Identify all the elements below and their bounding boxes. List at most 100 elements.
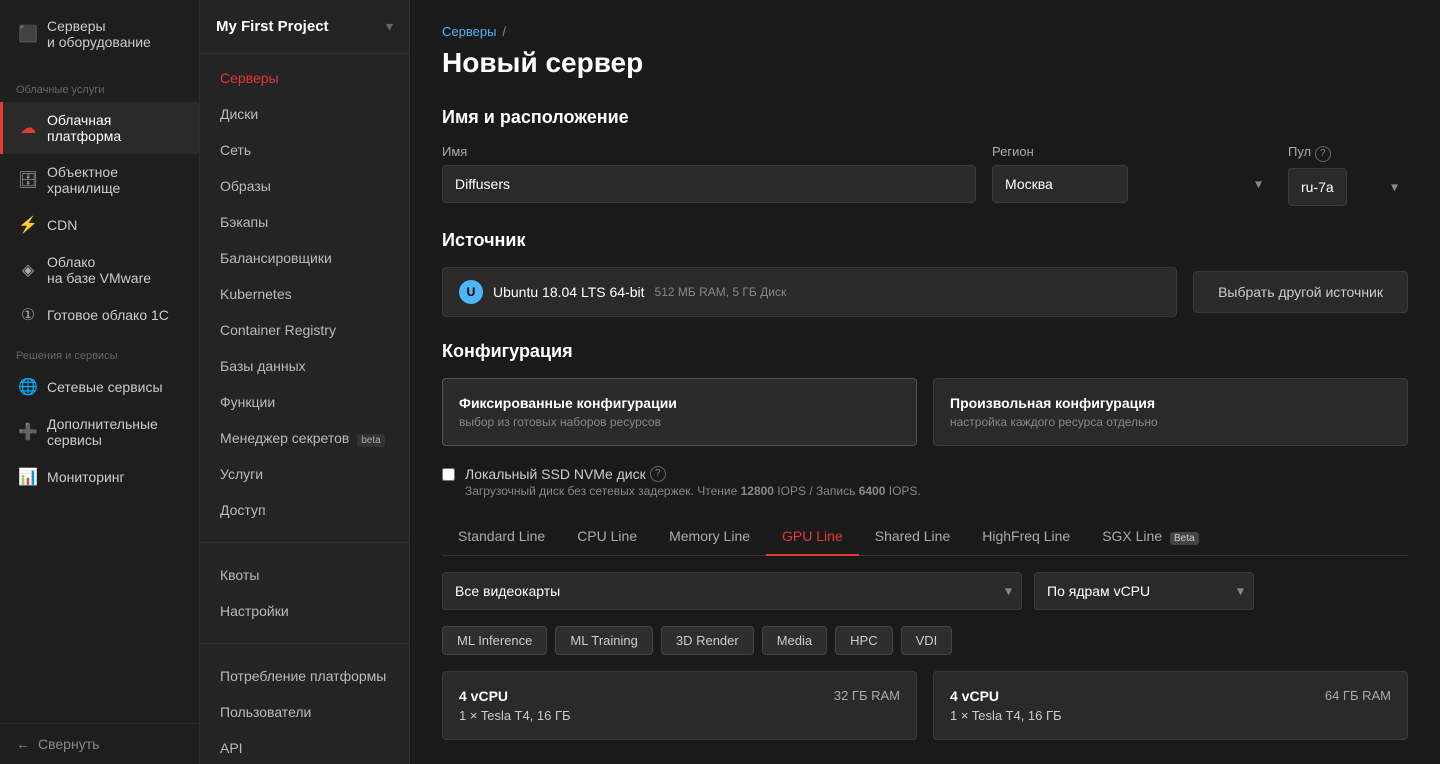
nav-item-images[interactable]: Образы	[200, 168, 409, 204]
source-info: U Ubuntu 18.04 LTS 64-bit 512 МБ RAM, 5 …	[459, 280, 786, 304]
sidebar-item-1c[interactable]: ① Готовое облако 1С	[0, 296, 199, 334]
project-sidebar: My First Project ▾ Серверы Диски Сеть Об…	[200, 0, 410, 764]
nav-item-api[interactable]: API	[200, 730, 409, 764]
nav-item-container-registry[interactable]: Container Registry	[200, 312, 409, 348]
tab-cpu-line[interactable]: CPU Line	[561, 518, 653, 556]
tag-vdi[interactable]: VDI	[901, 626, 953, 655]
tag-hpc[interactable]: HPC	[835, 626, 892, 655]
nav-item-network[interactable]: Сеть	[200, 132, 409, 168]
config-card-fixed[interactable]: Фиксированные конфигурации выбор из гото…	[442, 378, 917, 446]
sidebar-item-object-storage[interactable]: 🗄 Объектноехранилище	[0, 154, 199, 206]
sidebar-collapse[interactable]: ← Свернуть	[0, 723, 199, 764]
sidebar-item-label: Облачнаяплатформа	[47, 112, 121, 144]
tag-ml-training[interactable]: ML Training	[555, 626, 652, 655]
filter-row: Все видеокарты Tesla T4 A100 По ядрам vC…	[442, 572, 1408, 610]
pool-help-icon[interactable]: ?	[1315, 146, 1331, 162]
page-title: Новый сервер	[442, 47, 1408, 79]
main-content: Серверы / Новый сервер Имя и расположени…	[410, 0, 1440, 764]
sidebar-item-label: CDN	[47, 217, 77, 233]
tab-gpu-line[interactable]: GPU Line	[766, 518, 859, 556]
nav-item-access[interactable]: Доступ	[200, 492, 409, 528]
breadcrumb-separator: /	[502, 24, 506, 39]
sidebar-item-extra[interactable]: ➕ Дополнительныесервисы	[0, 406, 199, 458]
sidebar-item-cdn[interactable]: ⚡ CDN	[0, 206, 199, 244]
config-card-custom[interactable]: Произвольная конфигурация настройка кажд…	[933, 378, 1408, 446]
collapse-arrow-icon: ←	[16, 736, 30, 752]
name-field-container: Имя	[442, 144, 976, 206]
tab-sgx-line[interactable]: SGX Line Beta	[1086, 518, 1214, 556]
tab-memory-line[interactable]: Memory Line	[653, 518, 766, 556]
project-dropdown-button[interactable]: ▾	[386, 18, 393, 35]
nav-item-backups[interactable]: Бэкапы	[200, 204, 409, 240]
name-location-row: Имя Регион Москва Санкт-Петербург Пул ? …	[442, 144, 1408, 206]
gpu-filter-select[interactable]: Все видеокарты Tesla T4 A100	[442, 572, 1022, 610]
server-card-0[interactable]: 4 vCPU 32 ГБ RAM 1 × Tesla T4, 16 ГБ	[442, 671, 917, 740]
storage-icon: 🗄	[19, 171, 37, 189]
source-selected-card: U Ubuntu 18.04 LTS 64-bit 512 МБ RAM, 5 …	[442, 267, 1177, 317]
nav-item-functions[interactable]: Функции	[200, 384, 409, 420]
ssd-help-icon[interactable]: ?	[650, 466, 666, 482]
nav-item-users[interactable]: Пользователи	[200, 694, 409, 730]
section-configuration: Конфигурация	[442, 341, 1408, 362]
sidebar-item-vmware[interactable]: ◈ Облакона базе VMware	[0, 244, 199, 296]
ssd-checkbox-row: Локальный SSD NVMe диск ? Загрузочный ди…	[442, 466, 1408, 498]
tab-shared-line[interactable]: Shared Line	[859, 518, 967, 556]
breadcrumb: Серверы /	[442, 24, 1408, 39]
name-input[interactable]	[442, 165, 976, 203]
gpu-dropdown-wrapper: Все видеокарты Tesla T4 A100	[442, 572, 1022, 610]
configuration-tabs: Standard Line CPU Line Memory Line GPU L…	[442, 518, 1408, 556]
tag-media[interactable]: Media	[762, 626, 827, 655]
project-nav-group: Серверы Диски Сеть Образы Бэкапы Баланси…	[200, 54, 409, 534]
nav-item-disks[interactable]: Диски	[200, 96, 409, 132]
pool-label: Пул ?	[1288, 144, 1408, 162]
sidebar-item-monitoring[interactable]: 📊 Мониторинг	[0, 458, 199, 496]
nav-divider	[200, 542, 409, 543]
config-custom-desc: настройка каждого ресурса отдельно	[950, 415, 1391, 429]
sidebar-item-network[interactable]: 🌐 Сетевые сервисы	[0, 368, 199, 406]
project-bottom-nav: Квоты Настройки	[200, 551, 409, 635]
nav-item-servers[interactable]: Серверы	[200, 60, 409, 96]
sidebar-item-label: Сетевые сервисы	[47, 379, 163, 395]
server-card-1-header: 4 vCPU 64 ГБ RAM	[950, 688, 1391, 704]
tag-ml-inference[interactable]: ML Inference	[442, 626, 547, 655]
collapse-label: Свернуть	[38, 736, 99, 752]
tab-highfreq-line[interactable]: HighFreq Line	[966, 518, 1086, 556]
tag-3d-render[interactable]: 3D Render	[661, 626, 754, 655]
extra-icon: ➕	[19, 423, 37, 441]
source-row: U Ubuntu 18.04 LTS 64-bit 512 МБ RAM, 5 …	[442, 267, 1408, 317]
sidebar-item-cloud-platform[interactable]: ☁ Облачнаяплатформа	[0, 102, 199, 154]
config-options-row: Фиксированные конфигурации выбор из гото…	[442, 378, 1408, 446]
pool-select[interactable]: ru-7a ru-7b	[1288, 168, 1347, 206]
ssd-desc: Загрузочный диск без сетевых задержек. Ч…	[465, 484, 921, 498]
region-label: Регион	[992, 144, 1272, 159]
config-custom-title: Произвольная конфигурация	[950, 395, 1391, 411]
sidebar-item-label: Серверыи оборудование	[47, 18, 151, 50]
nav-item-consumption[interactable]: Потребление платформы	[200, 658, 409, 694]
server-card-1[interactable]: 4 vCPU 64 ГБ RAM 1 × Tesla T4, 16 ГБ	[933, 671, 1408, 740]
project-header: My First Project ▾	[200, 0, 409, 54]
nav-item-databases[interactable]: Базы данных	[200, 348, 409, 384]
nav-item-settings[interactable]: Настройки	[200, 593, 409, 629]
nav-item-services[interactable]: Услуги	[200, 456, 409, 492]
region-select[interactable]: Москва Санкт-Петербург	[992, 165, 1128, 203]
monitor-icon: 📊	[19, 468, 37, 486]
change-source-button[interactable]: Выбрать другой источник	[1193, 271, 1408, 313]
nav-divider-2	[200, 643, 409, 644]
tab-standard-line[interactable]: Standard Line	[442, 518, 561, 556]
ssd-label-container: Локальный SSD NVMe диск ? Загрузочный ди…	[465, 466, 921, 498]
ssd-label-main: Локальный SSD NVMe диск ?	[465, 466, 666, 482]
sidebar-item-label: Облакона базе VMware	[47, 254, 151, 286]
pool-select-wrapper: ru-7a ru-7b	[1288, 168, 1408, 206]
name-label: Имя	[442, 144, 976, 159]
nav-item-quotas[interactable]: Квоты	[200, 557, 409, 593]
breadcrumb-parent[interactable]: Серверы	[442, 24, 496, 39]
sort-select[interactable]: По ядрам vCPU По RAM По цене	[1034, 572, 1254, 610]
ssd-write-iops: 6400	[859, 484, 886, 498]
config-fixed-desc: выбор из готовых наборов ресурсов	[459, 415, 900, 429]
sidebar-item-label: Готовое облако 1С	[47, 307, 169, 323]
nav-item-balancers[interactable]: Балансировщики	[200, 240, 409, 276]
sidebar-item-servers[interactable]: ⬛ Серверыи оборудование	[0, 8, 199, 60]
nav-item-secrets[interactable]: Менеджер секретов beta	[200, 420, 409, 456]
nav-item-kubernetes[interactable]: Kubernetes	[200, 276, 409, 312]
ssd-checkbox[interactable]	[442, 468, 455, 481]
